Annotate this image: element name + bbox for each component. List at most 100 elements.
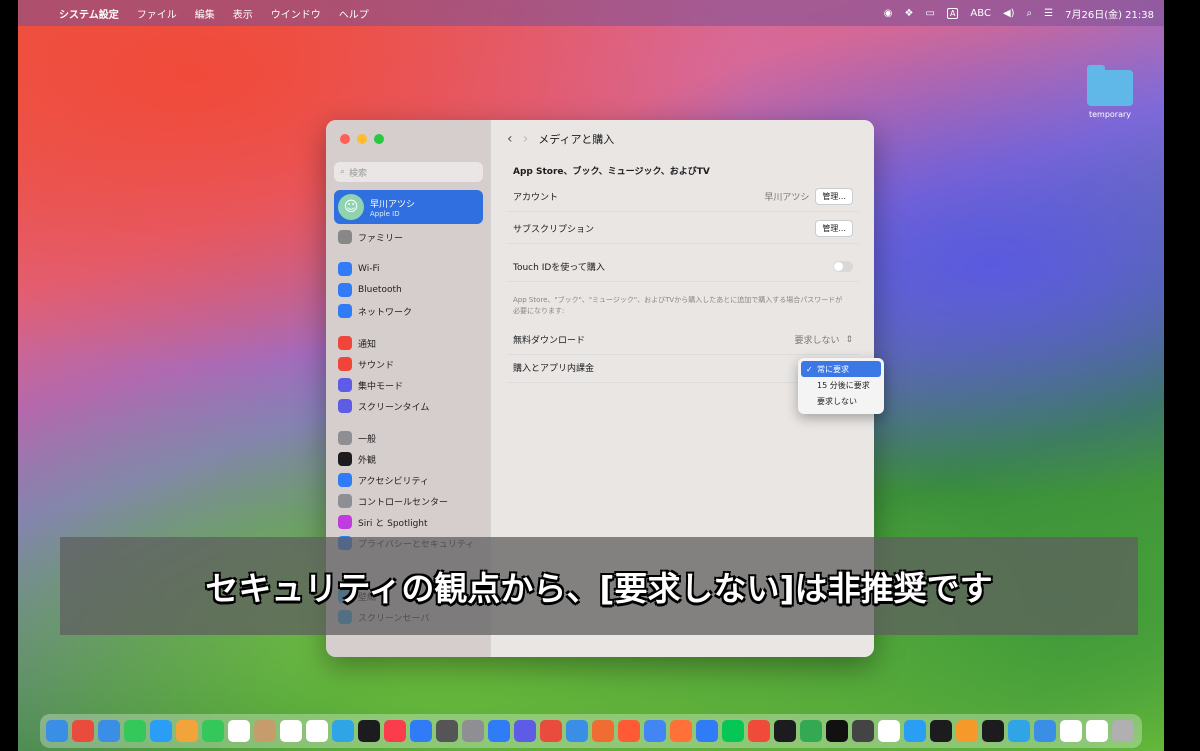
menu-file[interactable]: ファイル: [128, 6, 186, 21]
battery-icon[interactable]: ▭: [925, 8, 934, 19]
menu-edit[interactable]: 編集: [186, 6, 224, 21]
close-button[interactable]: [340, 134, 350, 144]
sidebar-item-8[interactable]: 一般: [334, 428, 483, 448]
input-source-badge[interactable]: A: [946, 7, 959, 19]
popup-option-always[interactable]: ✓ 常に要求: [801, 361, 881, 377]
dock-app-icon[interactable]: [670, 720, 692, 742]
menu-bar: システム設定 ファイル 編集 表示 ウインドウ ヘルプ ◉ ❖ ▭ A ABC …: [18, 0, 1164, 26]
password-help-text: App Store、"ブック"、"ミュージック"、およびTVから購入したあとに追…: [513, 296, 843, 315]
dock-app-icon[interactable]: [878, 720, 900, 742]
dock-app-icon[interactable]: [332, 720, 354, 742]
dock-app-icon[interactable]: [150, 720, 172, 742]
dock-app-icon[interactable]: [826, 720, 848, 742]
menu-view[interactable]: 表示: [224, 6, 262, 21]
dock-app-icon[interactable]: [904, 720, 926, 742]
sidebar-item-9[interactable]: 外観: [334, 449, 483, 469]
checkmark-icon: ✓: [806, 364, 813, 374]
sidebar-item-0[interactable]: ファミリー: [334, 227, 483, 247]
dock-app-icon[interactable]: [956, 720, 978, 742]
dock-app-icon[interactable]: [800, 720, 822, 742]
dock: [40, 714, 1142, 748]
sidebar-item-4[interactable]: 通知: [334, 333, 483, 353]
dock-app-icon[interactable]: [644, 720, 666, 742]
dock-app-icon[interactable]: [852, 720, 874, 742]
dock-app-icon[interactable]: [566, 720, 588, 742]
touchid-row: Touch IDを使って購入: [507, 252, 859, 282]
forward-arrow-icon[interactable]: ›: [523, 131, 529, 147]
input-source-label[interactable]: ABC: [970, 8, 991, 19]
dock-app-icon[interactable]: [618, 720, 640, 742]
dock-app-icon[interactable]: [436, 720, 458, 742]
popup-option-never[interactable]: 要求しない: [801, 393, 881, 409]
dock-app-icon[interactable]: [722, 720, 744, 742]
dock-app-icon[interactable]: [1060, 720, 1082, 742]
sidebar-item-1[interactable]: Wi-Fi: [334, 259, 483, 279]
zoom-button[interactable]: [374, 134, 384, 144]
sidebar-item-3[interactable]: ネットワーク: [334, 301, 483, 321]
account-subtitle: Apple ID: [370, 209, 400, 218]
dock-app-icon[interactable]: [1086, 720, 1108, 742]
dock-app-icon[interactable]: [748, 720, 770, 742]
menu-clock[interactable]: 7月26日(金) 21:38: [1065, 6, 1154, 21]
sidebar-item-apple-id[interactable]: ☺ 早川アツシ Apple ID: [334, 190, 483, 224]
caption-text: セキュリティの観点から、[要求しない]は非推奨です: [205, 569, 993, 608]
dock-app-icon[interactable]: [1112, 720, 1134, 742]
free-download-select[interactable]: 要求しない: [794, 333, 839, 346]
dock-app-icon[interactable]: [72, 720, 94, 742]
dock-app-icon[interactable]: [1034, 720, 1056, 742]
sidebar-item-5[interactable]: サウンド: [334, 354, 483, 374]
dropbox-icon[interactable]: ❖: [905, 8, 914, 19]
desktop-folder[interactable]: temporary: [1080, 65, 1140, 119]
sidebar-item-icon: [338, 262, 352, 276]
dock-app-icon[interactable]: [124, 720, 146, 742]
minimize-button[interactable]: [357, 134, 367, 144]
menu-window[interactable]: ウインドウ: [262, 6, 330, 21]
dock-app-icon[interactable]: [982, 720, 1004, 742]
sidebar-item-12[interactable]: Siri と Spotlight: [334, 512, 483, 532]
dock-app-icon[interactable]: [488, 720, 510, 742]
dock-app-icon[interactable]: [228, 720, 250, 742]
sidebar-item-label: ネットワーク: [358, 307, 413, 318]
menu-help[interactable]: ヘルプ: [330, 6, 378, 21]
control-center-icon[interactable]: ☰: [1044, 8, 1053, 19]
dock-app-icon[interactable]: [1008, 720, 1030, 742]
dock-app-icon[interactable]: [540, 720, 562, 742]
sidebar-search-input[interactable]: ⌕ 検索: [334, 162, 483, 182]
record-icon[interactable]: ◉: [884, 8, 893, 19]
sidebar-item-2[interactable]: Bluetooth: [334, 280, 483, 300]
dock-app-icon[interactable]: [410, 720, 432, 742]
spotlight-search-icon[interactable]: ⌕: [1027, 8, 1033, 19]
dock-app-icon[interactable]: [384, 720, 406, 742]
dock-app-icon[interactable]: [98, 720, 120, 742]
sidebar-item-6[interactable]: 集中モード: [334, 375, 483, 395]
dock-app-icon[interactable]: [592, 720, 614, 742]
sidebar-item-icon: [338, 357, 352, 371]
sidebar-item-label: 一般: [358, 434, 377, 445]
touchid-toggle[interactable]: [833, 261, 853, 272]
back-arrow-icon[interactable]: ‹: [507, 131, 513, 147]
popup-option-15min[interactable]: 15 分後に要求: [801, 377, 881, 393]
sidebar-item-10[interactable]: アクセシビリティ: [334, 470, 483, 490]
toolbar: ‹ › メディアと購入: [491, 120, 874, 158]
dock-app-icon[interactable]: [462, 720, 484, 742]
updown-chevron-icon[interactable]: ⇕: [845, 335, 853, 345]
sidebar-item-7[interactable]: スクリーンタイム: [334, 396, 483, 416]
dock-app-icon[interactable]: [930, 720, 952, 742]
dock-app-icon[interactable]: [176, 720, 198, 742]
dock-app-icon[interactable]: [514, 720, 536, 742]
dock-app-icon[interactable]: [696, 720, 718, 742]
dock-app-icon[interactable]: [46, 720, 68, 742]
dock-app-icon[interactable]: [774, 720, 796, 742]
dock-app-icon[interactable]: [254, 720, 276, 742]
menu-app-name[interactable]: システム設定: [50, 6, 128, 21]
dock-app-icon[interactable]: [306, 720, 328, 742]
volume-icon[interactable]: ◀): [1003, 8, 1015, 19]
sidebar-item-11[interactable]: コントロールセンター: [334, 491, 483, 511]
dock-app-icon[interactable]: [280, 720, 302, 742]
sidebar-item-label: Wi-Fi: [358, 264, 380, 274]
account-manage-button[interactable]: 管理...: [815, 188, 853, 205]
dock-app-icon[interactable]: [358, 720, 380, 742]
subscription-manage-button[interactable]: 管理...: [815, 220, 853, 237]
dock-app-icon[interactable]: [202, 720, 224, 742]
folder-label: temporary: [1088, 110, 1132, 119]
